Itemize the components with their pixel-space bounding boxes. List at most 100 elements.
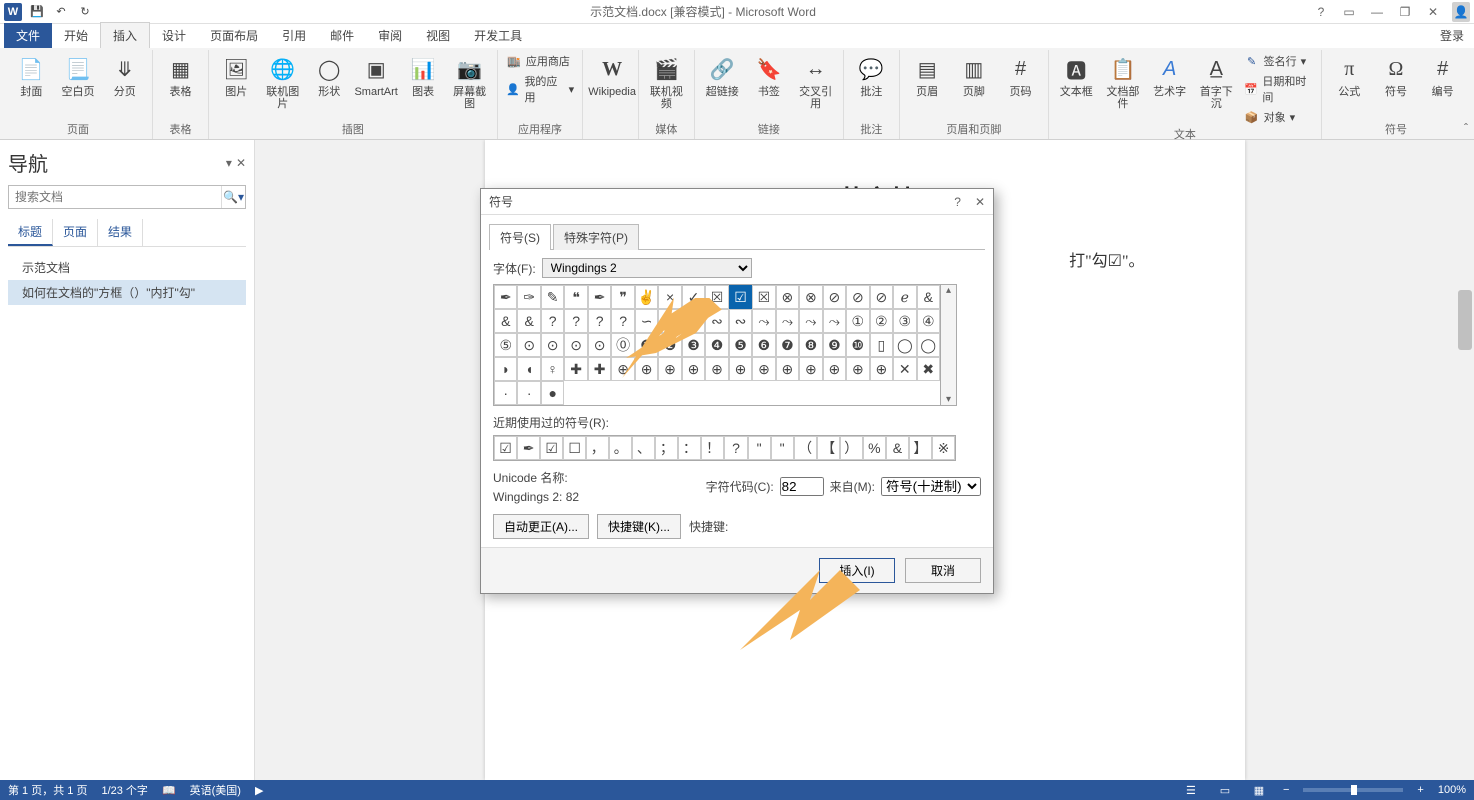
minimize-icon[interactable]: — [1368,5,1386,19]
symbol-cell[interactable]: ? [564,309,587,333]
dialog-close-icon[interactable]: ✕ [975,195,985,209]
nav-item[interactable]: 如何在文档的"方框（）"内打"勾" [8,280,246,305]
zoom-value[interactable]: 100% [1438,784,1466,796]
datetime-button[interactable]: 📅日期和时间 [1242,72,1315,106]
tab-view[interactable]: 视图 [414,23,462,48]
wordart-button[interactable]: A艺术字 [1148,52,1191,100]
cover-page-button[interactable]: 📄封面 [10,52,53,100]
online-picture-button[interactable]: 🌐联机图片 [261,52,304,112]
pagenum-button[interactable]: #页码 [999,52,1042,100]
symbol-cell[interactable]: ⊕ [776,357,799,381]
nav-close-icon[interactable]: ✕ [236,156,246,170]
charcode-input[interactable] [780,477,824,496]
symbol-cell[interactable]: ⊘ [870,285,893,309]
symbol-cell[interactable]: ⊙ [541,333,564,357]
recent-symbol-cell[interactable]: 。 [609,436,632,460]
symbol-cell[interactable]: ❽ [799,333,822,357]
symbol-cell[interactable]: ⊙ [517,333,540,357]
recent-symbol-cell[interactable]: ： [678,436,701,460]
grid-scrollbar[interactable]: ▴▾ [941,284,957,406]
symbol-cell[interactable]: & [517,309,540,333]
symbol-cell[interactable]: ⊘ [823,285,846,309]
tab-insert[interactable]: 插入 [100,22,150,48]
nav-item[interactable]: 示范文档 [8,255,246,280]
status-lang[interactable]: 英语(美国) [190,782,241,798]
autocorrect-button[interactable]: 自动更正(A)... [493,514,589,539]
macro-icon[interactable]: ▶ [255,784,263,797]
recent-symbol-cell[interactable]: ； [655,436,678,460]
dialog-tab-symbols[interactable]: 符号(S) [489,224,551,250]
blank-page-button[interactable]: 📃空白页 [57,52,100,100]
recent-symbol-cell[interactable]: % [863,436,886,460]
dialog-tab-special[interactable]: 特殊字符(P) [553,224,639,250]
navtab-headings[interactable]: 标题 [8,219,53,246]
zoom-slider[interactable] [1303,788,1403,792]
zoom-out-icon[interactable]: − [1283,784,1289,796]
page-break-button[interactable]: ⤋分页 [103,52,146,100]
tab-home[interactable]: 开始 [52,23,100,48]
app-store-button[interactable]: 🏬应用商店 [504,52,576,70]
symbol-cell[interactable]: ⊕ [870,357,893,381]
chart-button[interactable]: 📊图表 [402,52,445,100]
symbol-cell[interactable]: ⤳ [776,309,799,333]
symbol-cell[interactable]: ❾ [823,333,846,357]
recent-symbol-cell[interactable]: ✒ [517,436,540,460]
object-button[interactable]: 📦对象 ▾ [1242,108,1315,126]
recent-symbol-cell[interactable]: " [771,436,794,460]
number-button[interactable]: #编号 [1421,52,1464,100]
recent-symbol-cell[interactable]: ， [586,436,609,460]
symbol-cell[interactable]: ✖ [917,357,940,381]
equation-button[interactable]: π公式 [1328,52,1371,100]
search-input[interactable] [9,186,221,208]
recent-symbol-cell[interactable]: ） [840,436,863,460]
symbol-cell[interactable]: ⑤ [494,333,517,357]
symbol-button[interactable]: Ω符号 [1375,52,1418,100]
recent-symbol-cell[interactable]: ☑ [540,436,563,460]
symbol-cell[interactable]: ❿ [846,333,869,357]
symbol-cell[interactable]: ☒ [752,285,775,309]
symbol-cell[interactable]: ⤳ [752,309,775,333]
recent-symbol-cell[interactable]: （ [794,436,817,460]
symbol-cell[interactable]: ① [846,309,869,333]
recent-symbol-cell[interactable]: ！ [701,436,724,460]
symbol-cell[interactable]: ③ [893,309,916,333]
symbol-cell[interactable]: ❼ [776,333,799,357]
parts-button[interactable]: 📋文档部件 [1102,52,1145,112]
help-icon[interactable]: ? [1312,5,1330,19]
dialog-help-icon[interactable]: ? [954,195,961,209]
zoom-in-icon[interactable]: + [1417,784,1423,796]
symbol-cell[interactable]: ● [541,381,564,405]
dropcap-button[interactable]: A̲首字下沉 [1195,52,1238,112]
picture-button[interactable]: 🖼图片 [215,52,258,100]
status-words[interactable]: 1/23 个字 [101,782,147,798]
save-icon[interactable]: 💾 [28,3,46,21]
login-link[interactable]: 登录 [1430,23,1474,48]
header-button[interactable]: ▤页眉 [906,52,949,100]
symbol-cell[interactable]: ⊗ [799,285,822,309]
scroll-down-icon[interactable]: ▾ [946,394,951,405]
my-apps-button[interactable]: 👤我的应用 ▾ [504,72,576,106]
symbol-cell[interactable]: ◯ [917,333,940,357]
readmode-icon[interactable]: ☰ [1181,784,1201,797]
symbol-cell[interactable]: ✕ [893,357,916,381]
navtab-results[interactable]: 结果 [98,219,143,246]
printlayout-icon[interactable]: ▭ [1215,784,1235,797]
tab-references[interactable]: 引用 [270,23,318,48]
weblayout-icon[interactable]: ▦ [1249,784,1269,797]
maximize-icon[interactable]: ❐ [1396,5,1414,19]
navtab-pages[interactable]: 页面 [53,219,98,246]
collapse-ribbon-icon[interactable]: ˆ [1464,121,1468,135]
crossref-button[interactable]: ↔交叉引用 [794,52,837,112]
symbol-cell[interactable]: ⊕ [823,357,846,381]
recent-symbol-cell[interactable]: ※ [932,436,955,460]
recent-symbol-cell[interactable]: 、 [632,436,655,460]
scrollbar-thumb[interactable] [1458,290,1472,350]
tab-design[interactable]: 设计 [150,23,198,48]
nav-dropdown-icon[interactable]: ▾ [226,156,232,170]
symbol-cell[interactable]: · [517,381,540,405]
symbol-cell[interactable]: ④ [917,309,940,333]
search-icon[interactable]: 🔍▾ [221,186,245,208]
shortcut-button[interactable]: 快捷键(K)... [597,514,681,539]
recent-symbols-grid[interactable]: ☑✒☑☐，。、；：！?""（【）%&】※ [493,435,956,461]
spellcheck-icon[interactable]: 📖 [162,784,176,797]
